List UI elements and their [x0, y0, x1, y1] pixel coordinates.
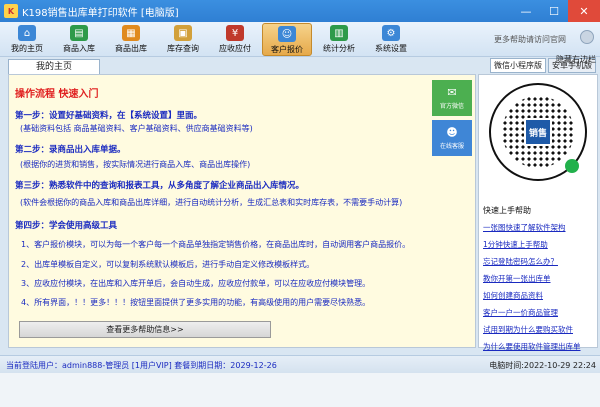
help-link[interactable]: 试用到期为什么要购买软件 — [483, 321, 581, 338]
step-one-note: (基础资料包括 商品基础资料、客户基础资料、供应商基础资料等) — [20, 124, 253, 133]
toolbar-label: 我的主页 — [11, 44, 43, 53]
toolbar-label: 商品入库 — [63, 44, 95, 53]
more-help-button[interactable]: 查看更多帮助信息>> — [19, 321, 271, 338]
website-help-link[interactable]: 更多帮助请访问官网 — [494, 34, 566, 45]
toolbar-home-button[interactable]: ⌂ 我的主页 — [2, 23, 52, 56]
step-three-note: (软件会根据你的商品入库和商品出库详细，进行自动统计分析，生成汇总表和实时库存表… — [20, 198, 403, 207]
main-toolbar: ⌂ 我的主页 ▤ 商品入库 ▦ 商品出库 ▣ 库存查询 ¥ 应收应付 ☺ 客户报… — [0, 22, 600, 57]
quote-icon: ☺ — [278, 26, 296, 42]
help-section-title: 快速上手帮助 — [483, 206, 531, 215]
list-item: 3、应收应付模块，在出库和入库开单后，会自动生成，应收应付款单，可以在应收应付模… — [21, 279, 371, 288]
toolbar-label: 应收应付 — [219, 44, 251, 53]
stock-in-icon: ▤ — [70, 25, 88, 41]
toolbar-stock-out-button[interactable]: ▦ 商品出库 — [106, 23, 156, 56]
hide-right-panel-link[interactable]: 隐藏右边栏 — [556, 54, 596, 65]
minimize-button[interactable]: — — [512, 0, 540, 22]
wechat-float-button[interactable]: ✉ 官方微信 — [432, 80, 472, 116]
help-link[interactable]: 客户一户一价商品管理 — [483, 304, 581, 321]
help-link[interactable]: 如何创建商品资料 — [483, 287, 581, 304]
toolbar-stock-in-button[interactable]: ▤ 商品入库 — [54, 23, 104, 56]
help-link[interactable]: 为什么要使用软件管理出库单 — [483, 338, 581, 355]
step-four: 第四步：学会使用高级工具 — [15, 221, 118, 231]
step-two: 第二步：录商品出入库单据。 — [15, 145, 126, 155]
app-logo-icon: K — [4, 4, 18, 18]
window-bottom — [0, 373, 600, 407]
right-sidebar: 销售 快速上手帮助 一张图快速了解软件架构 1分钟快速上手帮助 忘记登陆密码怎么… — [478, 74, 598, 351]
toolbar-finance-button[interactable]: ¥ 应收应付 — [210, 23, 260, 56]
toolbar-inventory-button[interactable]: ▣ 库存查询 — [158, 23, 208, 56]
support-label: 在线客服 — [439, 142, 464, 150]
help-links: 一张图快速了解软件架构 1分钟快速上手帮助 忘记登陆密码怎么办？ 教你开第一张出… — [483, 219, 581, 355]
avatar[interactable] — [580, 30, 594, 44]
help-link[interactable]: 一张图快速了解软件架构 — [483, 219, 581, 236]
mini-program-badge-icon — [565, 159, 579, 173]
page-title: 操作流程 快速入门 — [15, 89, 99, 100]
settings-icon: ⚙ — [382, 25, 400, 41]
mini-program-qr-code: 销售 — [489, 83, 587, 181]
toolbar-label: 商品出库 — [115, 44, 147, 53]
toolbar-label: 系统设置 — [375, 44, 407, 53]
status-bar: 当前登陆用户：admin888-管理员 [1用户VIP] 套餐到期日期：2029… — [0, 355, 600, 373]
list-item: 4、所有界面，！！更多！！！按钮里面提供了更多实用的功能，有高级使用的用户需要尽… — [21, 298, 371, 307]
tab-mini-program[interactable]: 微信小程序版 — [490, 58, 546, 73]
quick-start-panel: 操作流程 快速入门 第一步：设置好基础资料，在【系统设置】里面。 (基础资料包括… — [8, 74, 476, 348]
tab-home[interactable]: 我的主页 — [8, 59, 100, 74]
step-three: 第三步：熟悉软件中的查询和报表工具，从多角度了解企业商品出入库情况。 — [15, 181, 305, 191]
wechat-icon: ✉ — [447, 85, 457, 99]
help-link[interactable]: 1分钟快速上手帮助 — [483, 236, 581, 253]
chart-icon: ▥ — [330, 25, 348, 41]
step-two-note: (根据你的进货和销售，按实际情况进行商品入库、商品出库操作) — [20, 160, 251, 169]
maximize-button[interactable]: ☐ — [540, 0, 568, 22]
home-icon: ⌂ — [18, 25, 36, 41]
toolbar-label: 客户报价 — [271, 45, 303, 54]
toolbar-label: 统计分析 — [323, 44, 355, 53]
login-info: 当前登陆用户：admin888-管理员 [1用户VIP] 套餐到期日期：2029… — [6, 361, 277, 370]
qr-center-logo: 销售 — [524, 118, 552, 146]
step-one: 第一步：设置好基础资料，在【系统设置】里面。 — [15, 111, 203, 121]
chat-icon: ☻ — [446, 125, 458, 139]
list-item: 1、客户报价模块，可以为每一个客户每一个商品单独指定销售价格，在商品出库时，自动… — [21, 240, 411, 249]
stock-out-icon: ▦ — [122, 25, 140, 41]
help-link[interactable]: 忘记登陆密码怎么办？ — [483, 253, 581, 270]
toolbar-stats-button[interactable]: ▥ 统计分析 — [314, 23, 364, 56]
tab-bar: 我的主页 微信小程序版 安卓手机版 — [0, 57, 600, 74]
toolbar-settings-button[interactable]: ⚙ 系统设置 — [366, 23, 416, 56]
support-float-button[interactable]: ☻ 在线客服 — [432, 120, 472, 156]
toolbar-quote-button[interactable]: ☺ 客户报价 — [262, 23, 312, 56]
window-title: K198销售出库单打印软件 [电脑版] — [22, 7, 179, 19]
list-item: 2、出库单模板自定义，可以复制系统默认模板后，进行手动自定义修改模板样式。 — [21, 260, 315, 269]
wechat-label: 官方微信 — [439, 102, 464, 110]
toolbar-label: 库存查询 — [167, 44, 199, 53]
computer-time: 电脑时间:2022-10-29 22:24 — [489, 361, 596, 370]
help-link[interactable]: 教你开第一张出库单 — [483, 270, 581, 287]
inventory-icon: ▣ — [174, 25, 192, 41]
close-button[interactable]: ✕ — [568, 0, 600, 22]
finance-icon: ¥ — [226, 25, 244, 41]
title-bar: K K198销售出库单打印软件 [电脑版] — ☐ ✕ — [0, 0, 600, 22]
